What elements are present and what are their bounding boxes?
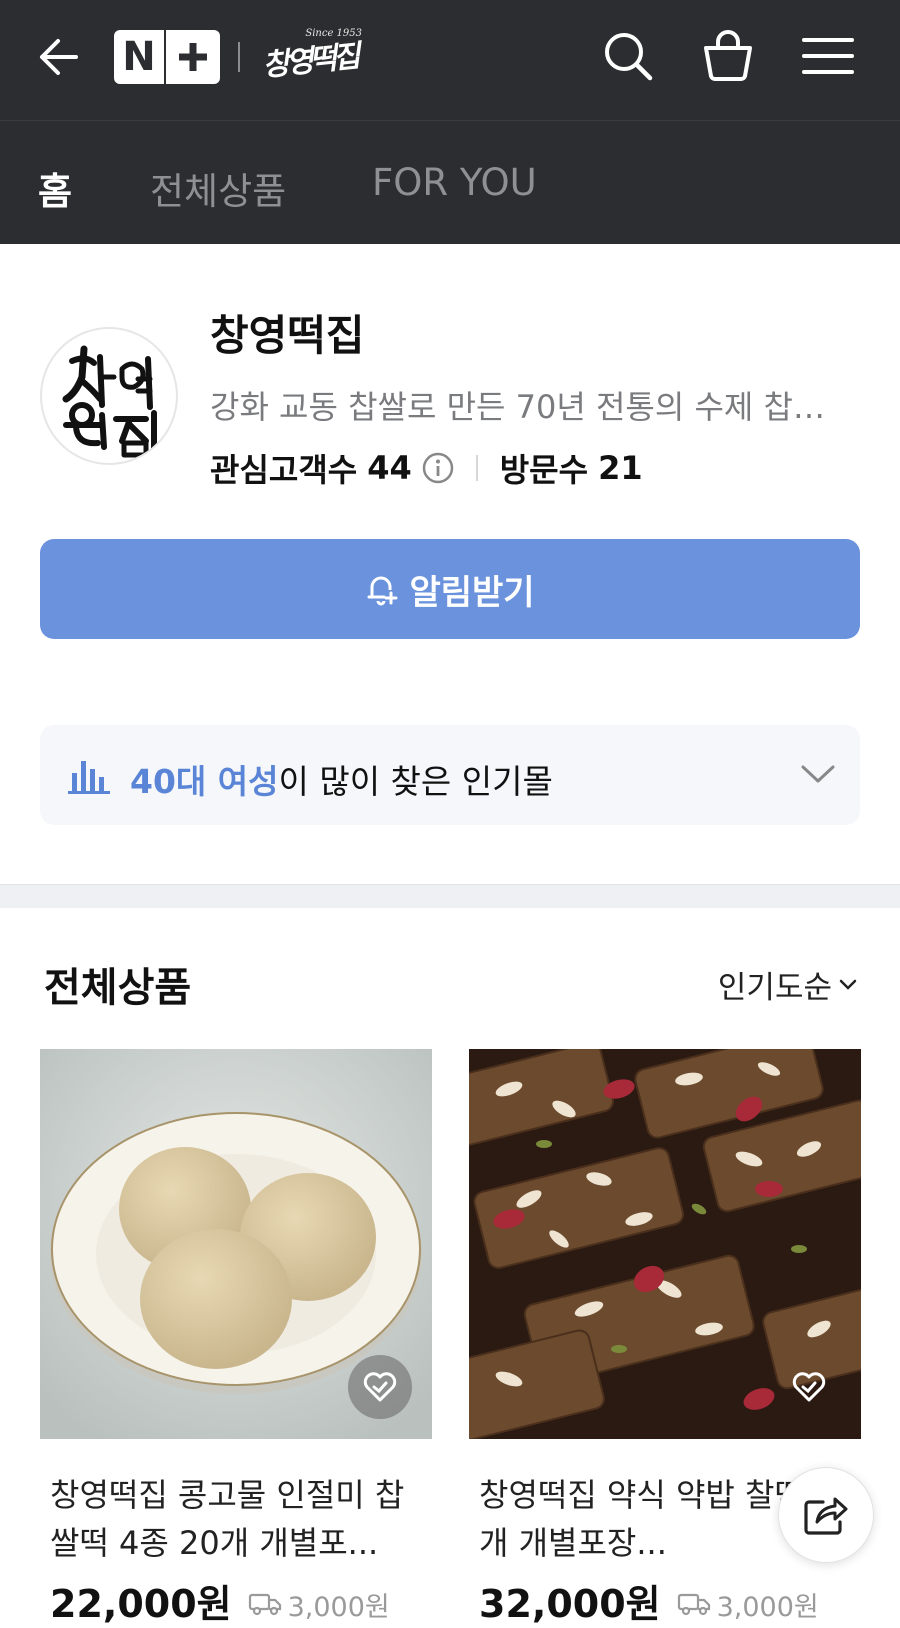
popular-highlight: 40대 여성 [130, 762, 279, 801]
delivery-truck-icon [677, 1593, 710, 1616]
section-title: 전체상품 [44, 965, 192, 1011]
top-bar: N Since 1953 창영떡집 [0, 0, 900, 120]
product-title[interactable]: 창영떡집 콩고물 인절미 찹쌀떡 4종 20개 개별포... [50, 1471, 430, 1567]
share-icon [804, 1497, 848, 1535]
search-icon [605, 33, 653, 81]
menu-button[interactable] [800, 28, 856, 84]
price-row: 32,000원 3,000원 [479, 1573, 819, 1628]
store-avatar[interactable] [40, 327, 178, 465]
bar-chart-icon [68, 761, 110, 794]
tab-all-products[interactable]: 전체상품 [150, 161, 286, 215]
tab-home[interactable]: 홈 [38, 161, 72, 215]
notify-label: 알림받기 [409, 572, 535, 613]
product-card[interactable]: 창영떡집 약식 약밥 찰떡 20개 개별포장... 32,000원 3,000원 [469, 1049, 861, 1626]
store-name: 창영떡집 [210, 311, 365, 360]
store-description: 강화 교동 찹쌀로 만든 70년 전통의 수제 찹쌀떡 [210, 388, 850, 426]
hamburger-menu-icon [802, 38, 854, 74]
price-row: 22,000원 3,000원 [50, 1573, 390, 1628]
store-stats: 관심고객수 44 방문수 21 [210, 446, 643, 490]
popular-banner-text: 40대 여성이 많이 찾은 인기몰 [130, 755, 553, 803]
store-brand-logo[interactable]: Since 1953 창영떡집 [261, 28, 364, 84]
logo-divider [238, 42, 240, 72]
plus-icon [166, 30, 220, 84]
wishlist-button[interactable] [348, 1355, 412, 1419]
naver-n-letter: N [122, 34, 156, 80]
share-button[interactable] [778, 1467, 874, 1563]
product-card[interactable]: 창영떡집 콩고물 인절미 찹쌀떡 4종 20개 개별포... 22,000원 3… [40, 1049, 432, 1626]
info-icon [422, 452, 453, 484]
stats-divider [475, 455, 478, 481]
followers-label: 관심고객수 [210, 451, 358, 489]
popular-suffix: 이 많이 찾은 인기몰 [278, 762, 553, 801]
followers-count: 44 [367, 449, 412, 487]
search-button[interactable] [600, 28, 656, 84]
shipping-fee-value: 3,000원 [287, 1591, 390, 1623]
notify-button[interactable]: 알림받기 [40, 539, 860, 639]
shipping-fee: 3,000원 [677, 1585, 819, 1624]
product-image[interactable] [40, 1049, 432, 1439]
sort-dropdown[interactable]: 인기도순 [718, 962, 858, 1007]
heart-check-icon [792, 1372, 826, 1402]
chevron-down-icon [801, 765, 835, 783]
popular-mall-banner[interactable]: 40대 여성이 많이 찾은 인기몰 [40, 725, 860, 825]
wishlist-button[interactable] [777, 1355, 841, 1419]
product-price: 22,000원 [50, 1582, 232, 1626]
product-image[interactable] [469, 1049, 861, 1439]
naver-plus-logo[interactable]: N [114, 30, 220, 84]
section-divider [0, 884, 900, 908]
shipping-fee-value: 3,000원 [716, 1591, 819, 1623]
arrow-left-icon [40, 39, 78, 75]
heart-check-icon [363, 1372, 397, 1402]
tab-for-you[interactable]: FOR YOU [372, 161, 537, 204]
visits-count: 21 [598, 449, 643, 487]
bell-plus-icon [367, 576, 398, 606]
store-tabs: 홈 전체상품 FOR YOU [0, 120, 900, 244]
product-price: 32,000원 [479, 1582, 661, 1626]
delivery-truck-icon [248, 1593, 281, 1616]
back-button[interactable] [36, 34, 82, 80]
shipping-fee: 3,000원 [248, 1585, 390, 1624]
sort-label: 인기도순 [717, 970, 832, 1006]
visits-label: 방문수 [499, 451, 589, 489]
shopping-basket-icon [704, 30, 752, 81]
cart-button[interactable] [700, 28, 756, 84]
store-calligraphy-logo [62, 345, 157, 458]
info-button[interactable] [422, 452, 454, 484]
chevron-down-icon [839, 979, 857, 990]
